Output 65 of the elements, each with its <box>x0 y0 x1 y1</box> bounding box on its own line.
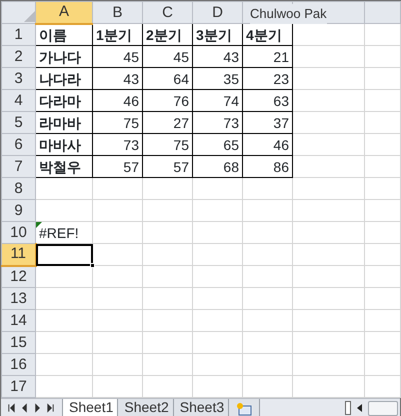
table-cell: 23 <box>242 68 292 90</box>
table-cell: 45 <box>92 46 142 68</box>
column-header[interactable]: B <box>92 2 142 24</box>
table-cell: 라마바 <box>36 112 92 134</box>
insert-sheet-button[interactable] <box>228 399 260 416</box>
column-header[interactable]: D <box>192 2 242 24</box>
fill-handle[interactable] <box>90 263 95 268</box>
horizontal-scrollbar[interactable] <box>368 400 398 416</box>
table-cell: 박철우 <box>36 156 92 178</box>
table-cell: 64 <box>142 68 192 90</box>
row-header[interactable]: 13 <box>2 288 36 310</box>
table-cell: 1분기 <box>92 24 142 46</box>
error-indicator-icon <box>36 222 42 228</box>
table-cell: 75 <box>142 134 192 156</box>
row-header[interactable]: 7 <box>2 156 36 178</box>
new-sheet-icon <box>235 402 254 416</box>
table-cell: 2분기 <box>142 24 192 46</box>
table-cell: 27 <box>142 112 192 134</box>
table-cell: 57 <box>92 156 142 178</box>
table-cell: 나다라 <box>36 68 92 90</box>
row-header[interactable]: 16 <box>2 354 36 376</box>
row-header[interactable]: 1 <box>2 24 36 46</box>
table-cell: 73 <box>192 112 242 134</box>
table-cell: 다라마 <box>36 90 92 112</box>
table-cell: 35 <box>192 68 242 90</box>
tab-split-handle[interactable] <box>345 401 351 416</box>
table-cell: 68 <box>192 156 242 178</box>
row-header[interactable]: 8 <box>2 178 36 200</box>
table-cell: 65 <box>192 134 242 156</box>
row-header[interactable]: 6 <box>2 134 36 156</box>
sheet-tab[interactable]: Sheet2 <box>117 399 176 416</box>
column-header[interactable]: C <box>142 2 192 24</box>
table-cell: 마바사 <box>36 134 92 156</box>
table-cell: 43 <box>192 46 242 68</box>
table-cell: 46 <box>92 90 142 112</box>
table-cell: 73 <box>92 134 142 156</box>
table-cell: 74 <box>192 90 242 112</box>
row-header[interactable]: 4 <box>2 90 36 112</box>
row-header[interactable]: 12 <box>2 266 36 288</box>
table-cell: 43 <box>92 68 142 90</box>
table-cell: 이름 <box>36 24 92 46</box>
row-header[interactable]: 9 <box>2 200 36 222</box>
table-cell: 46 <box>242 134 292 156</box>
table-cell: 86 <box>242 156 292 178</box>
active-cell[interactable] <box>36 244 92 266</box>
table-cell: 37 <box>242 112 292 134</box>
error-value: #REF! <box>39 224 79 240</box>
table-cell: 63 <box>242 90 292 112</box>
table-cell: 45 <box>142 46 192 68</box>
row-header[interactable]: 11 <box>2 244 36 266</box>
table-cell: 3분기 <box>192 24 242 46</box>
table-cell: 75 <box>92 112 142 134</box>
table-cell: 57 <box>142 156 192 178</box>
row-header[interactable]: 3 <box>2 68 36 90</box>
table-cell: 76 <box>142 90 192 112</box>
row-header[interactable]: 5 <box>2 112 36 134</box>
row-header[interactable]: 15 <box>2 332 36 354</box>
row-header[interactable]: 14 <box>2 310 36 332</box>
table-cell: 가나다 <box>36 46 92 68</box>
column-header[interactable]: A <box>36 2 92 24</box>
table-cell: 21 <box>242 46 292 68</box>
row-header[interactable]: 17 <box>2 376 36 398</box>
row-header[interactable]: 2 <box>2 46 36 68</box>
author-tooltip: Chulwoo Pak <box>250 4 327 24</box>
row-header[interactable]: 10 <box>2 222 36 244</box>
